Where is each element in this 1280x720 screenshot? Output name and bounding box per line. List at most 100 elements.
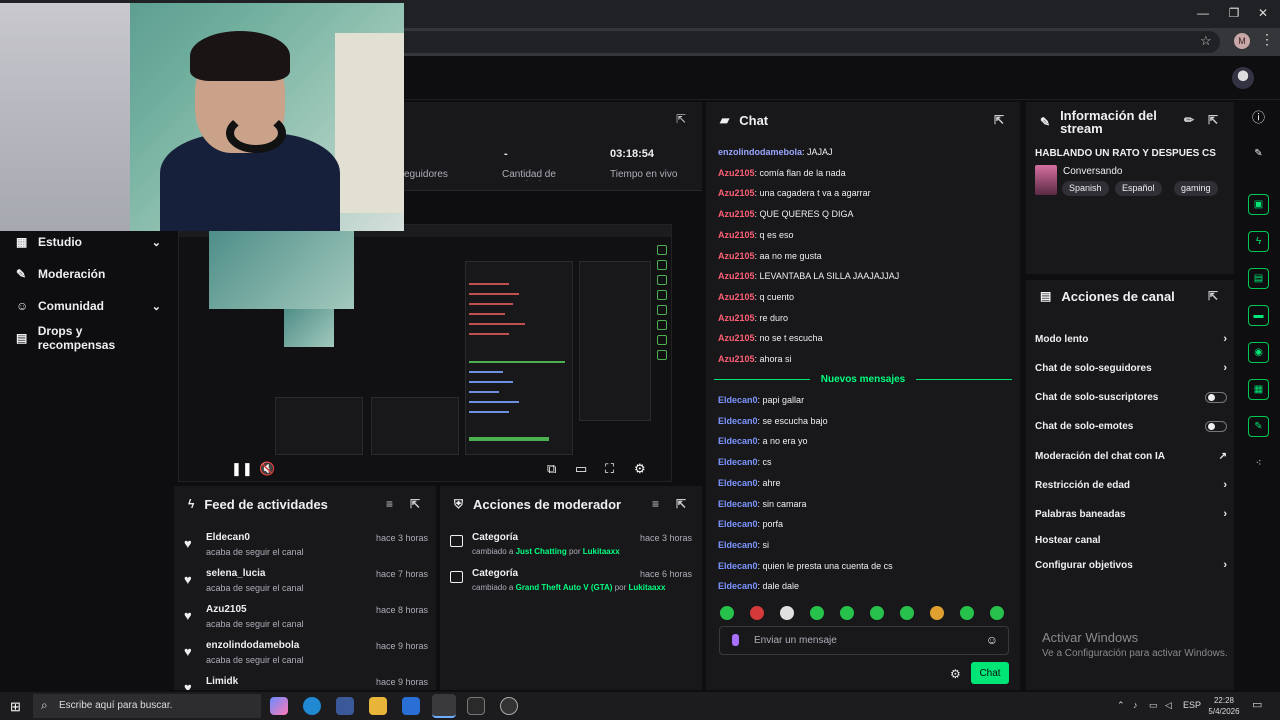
emote-icon[interactable]	[990, 606, 1004, 620]
action-ai-moderation[interactable]: Moderación del chat con IA ↗	[1035, 448, 1227, 464]
audio-app-icon[interactable]	[467, 697, 485, 715]
chat-message[interactable]: Eldecan0: cs	[718, 457, 772, 467]
notifications-icon[interactable]: ▭	[1252, 698, 1262, 711]
popout-icon[interactable]: ⇱	[676, 497, 686, 511]
close-window-button[interactable]: ✕	[1256, 6, 1270, 20]
chat-message[interactable]: Eldecan0: ahre	[718, 478, 781, 488]
action-emotes-only[interactable]: Chat de solo-emotes	[1035, 418, 1227, 434]
chat-username[interactable]: Eldecan0	[718, 561, 758, 571]
emote-icon[interactable]	[960, 606, 974, 620]
chat-message[interactable]: Eldecan0: se escucha bajo	[718, 416, 828, 426]
emote-icon[interactable]	[810, 606, 824, 620]
popout-icon[interactable]: ⇱	[676, 112, 686, 126]
settings-icon[interactable]: ⚙	[634, 461, 646, 477]
layout-icon[interactable]: ▦	[1248, 379, 1269, 400]
pause-icon[interactable]: ❚❚	[231, 461, 253, 477]
chat-username[interactable]: Eldecan0	[718, 395, 758, 405]
chat-message[interactable]: Azu2105: ahora si	[718, 354, 792, 364]
emote-icon[interactable]	[750, 606, 764, 620]
chat-username[interactable]: Azu2105	[718, 313, 755, 323]
action-set-goals[interactable]: Configurar objetivos ›	[1035, 557, 1227, 573]
microphone-icon[interactable]	[732, 634, 739, 646]
chat-message[interactable]: Eldecan0: a no era yo	[718, 436, 808, 446]
action-host-channel[interactable]: Hostear canal	[1035, 532, 1227, 548]
sidebar-item-estudio[interactable]: ▦ Estudio ⌄	[16, 231, 161, 253]
chat-message[interactable]: Azu2105: aa no me gusta	[718, 251, 822, 261]
mute-icon[interactable]: 🔇	[259, 461, 275, 477]
chat-username[interactable]: Azu2105	[718, 271, 755, 281]
chat-username[interactable]: Eldecan0	[718, 519, 758, 529]
profile-avatar[interactable]: M	[1234, 33, 1250, 49]
chat-username[interactable]: Azu2105	[718, 251, 755, 261]
clock[interactable]: 22:28 5/4/2026	[1208, 695, 1240, 717]
tag[interactable]: Español	[1115, 181, 1162, 196]
action-banned-words[interactable]: Palabras baneadas ›	[1035, 506, 1227, 522]
chat-message[interactable]: Eldecan0: si	[718, 540, 769, 550]
filter-icon[interactable]: ≡	[386, 497, 393, 511]
chat-username[interactable]: Azu2105	[718, 168, 755, 178]
action-followers-only[interactable]: Chat de solo-seguidores ›	[1035, 360, 1227, 376]
tag[interactable]: Spanish	[1062, 181, 1109, 196]
chat-username[interactable]: Azu2105	[718, 188, 755, 198]
chat-message[interactable]: Azu2105: re duro	[718, 313, 788, 323]
fullscreen-icon[interactable]: ⛶	[605, 461, 614, 477]
chat-settings-icon[interactable]: ⚙	[950, 667, 961, 681]
list-item[interactable]: ♥ Eldecan0 acaba de seguir el canal hace…	[174, 530, 436, 564]
language-indicator[interactable]: ESP	[1183, 700, 1201, 710]
chat-username[interactable]: Eldecan0	[718, 457, 758, 467]
chat-username[interactable]: Azu2105	[718, 230, 755, 240]
emoji-icon[interactable]: ☺	[986, 633, 998, 647]
obs-icon[interactable]	[500, 697, 518, 715]
file-explorer-icon[interactable]	[369, 697, 387, 715]
chat-message[interactable]: Azu2105: LEVANTABA LA SILLA JAAJAJJAJ	[718, 271, 899, 281]
screenshot-icon[interactable]: ⧉	[547, 461, 556, 477]
chat-message[interactable]: Azu2105: QUE QUERES Q DIGA	[718, 209, 854, 219]
chat-message[interactable]: Eldecan0: quien le presta una cuenta de …	[718, 561, 893, 571]
list-item[interactable]: Categoría cambiado a Just Chatting por L…	[440, 530, 702, 564]
emote-icon[interactable]	[720, 606, 734, 620]
microphone-icon[interactable]: ♪	[1133, 700, 1138, 710]
filter-icon[interactable]: ≡	[652, 497, 659, 511]
chat-username[interactable]: Azu2105	[718, 333, 755, 343]
emotes-only-toggle[interactable]	[1205, 420, 1227, 432]
sidebar-item-moderacion[interactable]: ✎ Moderación	[16, 263, 161, 285]
wrench-icon[interactable]: ✎	[1248, 416, 1269, 437]
chat-username[interactable]: Eldecan0	[718, 540, 758, 550]
chat-message[interactable]: Azu2105: no se t escucha	[718, 333, 823, 343]
chat-input[interactable]: Enviar un mensaje ☺	[719, 626, 1009, 655]
tray-chevron-icon[interactable]: ⌃	[1117, 700, 1125, 711]
emote-icon[interactable]	[840, 606, 854, 620]
chat-message[interactable]: Azu2105: una cagadera t va a agarrar	[718, 188, 871, 198]
list-item[interactable]: ♥ Limidk hace 9 horas	[174, 674, 436, 690]
emote-icon[interactable]	[930, 606, 944, 620]
subscribers-only-toggle[interactable]	[1205, 391, 1227, 403]
stream-preview[interactable]: ❚❚ 🔇 ⧉ ▭ ⛶ ⚙	[178, 224, 672, 482]
chat-message[interactable]: Azu2105: q cuento	[718, 292, 794, 302]
user-avatar[interactable]	[1232, 67, 1254, 89]
broadcast-icon[interactable]: ◉	[1248, 342, 1269, 363]
chat-username[interactable]: Eldecan0	[718, 416, 758, 426]
chat-username[interactable]: Eldecan0	[718, 499, 758, 509]
list-item[interactable]: ♥ selena_lucia acaba de seguir el canal …	[174, 566, 436, 600]
chat-username[interactable]: Eldecan0	[718, 478, 758, 488]
store-icon[interactable]	[336, 697, 354, 715]
add-action-icon[interactable]: ⁖	[1248, 454, 1269, 475]
emote-icon[interactable]	[900, 606, 914, 620]
network-icon[interactable]: ▭	[1149, 700, 1158, 711]
copilot-icon[interactable]	[270, 697, 288, 715]
list-item[interactable]: ♥ enzolindodamebola acaba de seguir el c…	[174, 638, 436, 672]
action-age-restriction[interactable]: Restricción de edad ›	[1035, 477, 1227, 493]
emote-icon[interactable]	[780, 606, 794, 620]
emote-icon[interactable]	[870, 606, 884, 620]
maximize-button[interactable]: ❐	[1227, 6, 1241, 20]
send-chat-button[interactable]: Chat	[971, 662, 1009, 684]
chat-message[interactable]: enzolindodamebola: JAJAJ	[718, 147, 833, 157]
chat-message[interactable]: Azu2105: comía flan de la nada	[718, 168, 846, 178]
popout-icon[interactable]: ⇱	[410, 497, 420, 511]
stream-category[interactable]: Conversando	[1063, 166, 1122, 177]
edit-icon[interactable]: ✏	[1184, 113, 1194, 127]
chrome-icon[interactable]	[432, 694, 456, 718]
popout-icon[interactable]: ⇱	[1208, 289, 1218, 303]
chat-message[interactable]: Azu2105: q es eso	[718, 230, 794, 240]
list-item[interactable]: Categoría cambiado a Grand Theft Auto V …	[440, 566, 702, 600]
